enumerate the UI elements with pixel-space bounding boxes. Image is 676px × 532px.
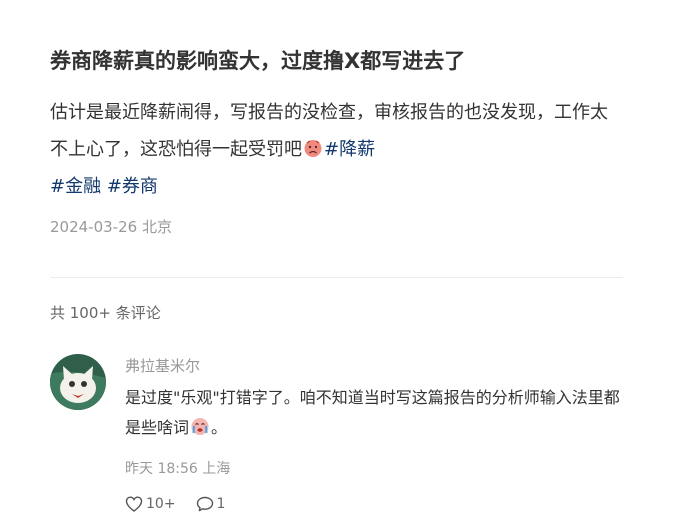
comment-actions: 10+ 1 [125,493,225,515]
post-body: 估计是最近降薪闹得，写报告的没检查，审核报告的也没发现，工作太不上心了，这恐怕得… [50,94,624,205]
tag-jiangxin[interactable]: #降薪 [324,139,375,160]
tag-jinrong[interactable]: #金融 [50,176,101,197]
like-count: 10+ [146,496,176,512]
comment-count: 共 100+ 条评论 [50,304,161,322]
divider [50,277,623,278]
comment-bubble-icon [196,496,213,512]
reply-count: 1 [216,496,226,512]
crying-face-emoji-icon [191,418,209,435]
cat-avatar-icon [50,354,106,410]
heart-icon [125,496,143,512]
comment-meta: 昨天 18:56 上海 [125,458,230,480]
avatar[interactable] [50,354,106,410]
comment-text-end: 。 [211,418,228,437]
like-button[interactable]: 10+ [125,496,176,512]
post-meta: 2024-03-26 北京 [50,215,172,239]
sad-face-emoji-icon [304,140,322,157]
post-title: 券商降薪真的影响蛮大，过度撸X都写进去了 [50,49,466,73]
post-location: 北京 [141,218,172,236]
comment-time: 昨天 18:56 [125,461,198,477]
comment-username[interactable]: 弗拉基米尔 [125,355,200,377]
comment-location: 上海 [202,461,231,477]
tag-quanshang[interactable]: #券商 [107,176,158,197]
reply-button[interactable]: 1 [196,496,226,512]
post-date: 2024-03-26 [50,218,138,236]
comment-text: 是过度"乐观"打错字了。咱不知道当时写这篇报告的分析师输入法里都是些啥词。 [125,383,620,443]
